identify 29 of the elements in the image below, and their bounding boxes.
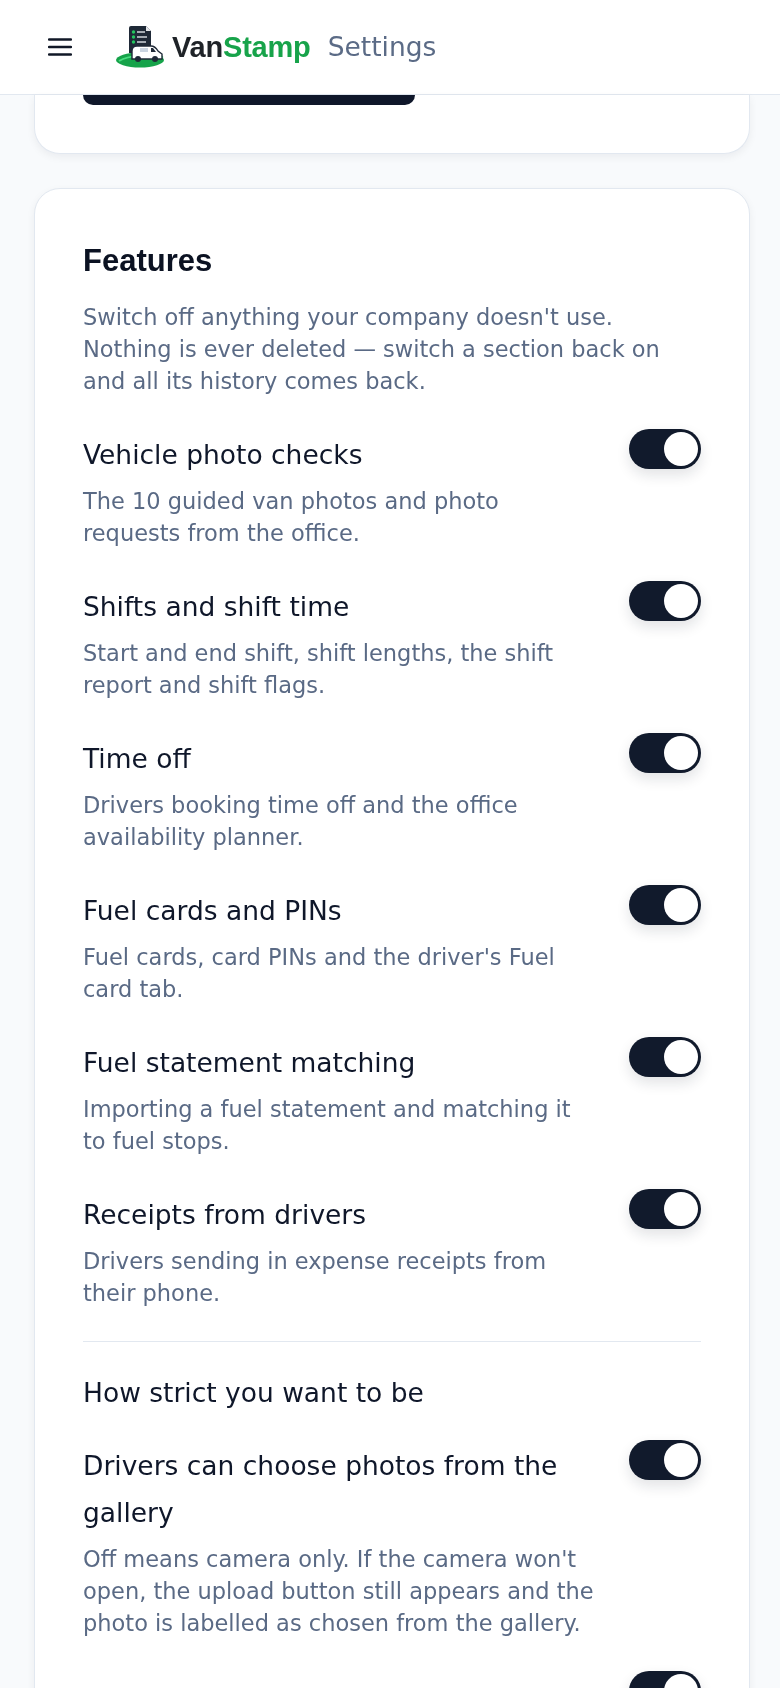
subsection-heading: How strict you want to be xyxy=(83,1376,425,1410)
section-heading: Features xyxy=(83,243,214,279)
setting-title: Shifts and shift time xyxy=(83,590,351,624)
van-logo-icon xyxy=(115,26,167,68)
toggle-switch[interactable] xyxy=(629,429,701,469)
toggle-switch[interactable] xyxy=(629,1440,701,1480)
brand-name: VanStamp xyxy=(172,30,311,65)
setting-description: Start and end shift, shift lengths, the shift report and shift flags. xyxy=(83,639,555,700)
menu-button[interactable] xyxy=(48,35,72,59)
section-description: Switch off anything your company doesn't use. Nothing is ever deleted — switch a section back on and all its history comes back. xyxy=(83,303,661,396)
setting-title: Receipts from drivers xyxy=(83,1198,368,1232)
setting-title: Time off xyxy=(83,742,193,776)
setting-description: Importing a fuel statement and matching it to fuel stops. xyxy=(83,1095,572,1156)
toggle-switch[interactable] xyxy=(629,885,701,925)
page-title: Settings xyxy=(327,30,437,64)
setting-title: Fuel statement matching xyxy=(83,1046,417,1080)
setting-title: Fuel cards and PINs xyxy=(83,894,343,928)
toggle-switch[interactable] xyxy=(629,1189,701,1229)
setting-description: Drivers sending in expense receipts from their phone. xyxy=(83,1247,548,1308)
setting-description: Fuel cards, card PINs and the driver's Fuel card tab. xyxy=(83,943,556,1004)
setting-description: Off means camera only. If the camera won't open, the upload button still appears and the photo is labelled as chosen from the gallery. xyxy=(83,1545,595,1638)
toggle-switch[interactable] xyxy=(629,733,701,773)
setting-description: The 10 guided van photos and photo requests from the office. xyxy=(83,487,500,548)
toggle-switch[interactable] xyxy=(629,581,701,621)
setting-description: Drivers booking time off and the office availability planner. xyxy=(83,791,519,852)
menu-icon xyxy=(48,37,72,57)
setting-title: Drivers can choose photos from the gallery xyxy=(83,1449,559,1530)
toggle-switch[interactable] xyxy=(629,1037,701,1077)
setting-title: Vehicle photo checks xyxy=(83,438,364,472)
